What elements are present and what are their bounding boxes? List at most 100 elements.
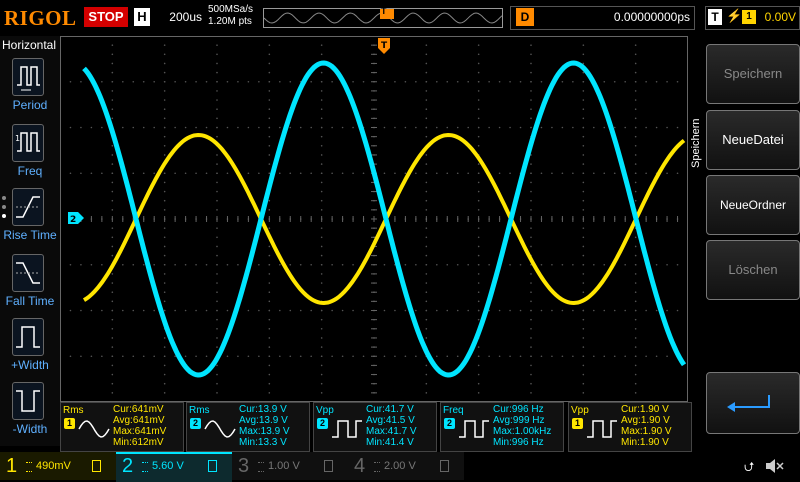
menu-item-positive-width[interactable]: +Width [0,318,60,380]
measurement-max: Max:1.00kHz [493,426,552,437]
measurement-source-badge: 1 [572,418,583,429]
measurement-values: Cur:1.90 V Avg:1.90 V Max:1.90 V Min:1.90 V [621,404,672,448]
measurement-name: Vpp [571,405,589,416]
measurement-source-badge: 2 [317,418,328,429]
run-stop-status[interactable]: STOP [84,7,128,27]
measurement-min: Min:996 Hz [493,437,544,448]
menu-item-freq[interactable]: 1 Freq [0,124,60,186]
menu-item-rise-time[interactable]: Rise Time [0,188,60,250]
measurement-item[interactable]: Freq 2 Cur:996 Hz Avg:999 Hz Max:1.00kHz Min:… [440,402,564,452]
pulse-freq-icon [459,420,489,438]
save-button[interactable]: Speichern [706,44,800,104]
measurement-values: Cur:996 Hz Avg:999 Hz Max:1.00kHz Min:996 H… [493,404,551,448]
delay-value: 0.00000000ps [613,10,690,24]
measurement-item[interactable]: Rms 1 Cur:641mV Avg:641mV Max:641mV Min:612mV [60,402,184,452]
measurement-name: Rms [189,405,210,416]
channel-number: 1 [6,455,18,477]
measurement-item[interactable]: Vpp 1 Cur:1.90 V Avg:1.90 V Max:1.90 V Min:1.… [568,402,692,452]
timebase-value[interactable]: 200us [156,7,202,27]
measurement-item[interactable]: Rms 2 Cur:13.9 V Avg:13.9 V Max:13.9 V Min:13… [186,402,310,452]
trigger-time-marker[interactable]: T [378,38,390,54]
menu-item-negative-width[interactable]: -Width [0,382,60,444]
measurement-min: Min:1.90 V [621,437,669,448]
usb-icon: ⮍ [744,459,755,474]
delete-button[interactable]: Löschen [706,240,800,300]
pulse-vpp-icon [587,420,617,438]
right-menu-title: Speichern [690,118,702,168]
ch2-offset-marker[interactable]: 2 [68,211,84,225]
horizontal-label: H [134,8,150,26]
menu-item-period[interactable]: Period [0,58,60,120]
channel-scale: 2.00 V [384,460,416,472]
period-icon [12,58,44,96]
sine-wave-icon [78,420,110,438]
channel-scale: 1.00 V [268,460,300,472]
measurement-cur: Cur:1.90 V [621,404,669,415]
speaker-muted-icon[interactable] [764,456,784,481]
measurement-min: Min:13.3 V [239,437,287,448]
measurement-source-badge: 1 [64,418,75,429]
measurement-min: Min:41.4 V [366,437,414,448]
graticule [59,35,689,403]
menu-item-fall-time[interactable]: Fall Time [0,254,60,316]
menu-label-freq: Freq [17,164,43,178]
menu-label-negative-width: -Width [12,422,48,436]
pulse-vpp-icon [332,420,362,438]
menu-label-fall-time: Fall Time [5,294,55,308]
menu-label-period: Period [12,98,48,112]
bandwidth-limit-icon [92,460,101,472]
sample-rate: 500MSa/s [208,4,254,15]
bandwidth-limit-icon [208,460,217,472]
measurement-source-badge: 2 [190,418,201,429]
acquisition-info: 500MSa/s 1.20M pts [208,4,253,28]
measurement-values: Cur:641mV Avg:641mV Max:641mV Min:612mV [113,404,166,448]
rising-edge-icon: ⚡ [726,8,743,23]
measurement-avg: Avg:999 Hz [493,415,545,426]
svg-text:1: 1 [15,134,20,143]
measurement-avg: Avg:13.9 V [239,415,288,426]
frequency-icon: 1 [12,124,44,162]
rise-time-icon [12,188,44,226]
svg-text:T: T [381,41,388,51]
trigger-level: 0.00V [764,10,796,24]
coupling-icon [374,462,380,472]
sine-wave-icon [204,420,236,438]
new-file-button[interactable]: NeueDatei [706,110,800,170]
channel-scale: 490mV [36,460,71,472]
measurement-cur: Cur:996 Hz [493,404,544,415]
left-menu-title: Horizontal [2,38,57,52]
measurement-max: Max:641mV [113,426,167,437]
trigger-source: 1 [742,10,756,24]
brand-logo: RIGOL [4,6,77,30]
menu-label-positive-width: +Width [11,358,49,372]
measurement-values: Cur:41.7 V Avg:41.5 V Max:41.7 V Min:41.4 V [366,404,417,448]
new-folder-button[interactable]: NeueOrdner [706,175,800,235]
svg-text:2: 2 [70,215,76,224]
measurement-values: Cur:13.9 V Avg:13.9 V Max:13.9 V Min:13.3 V [239,404,290,448]
waveform-display[interactable] [59,35,689,403]
channel-number: 3 [238,455,250,477]
delay-label: D [516,8,534,26]
bandwidth-limit-icon [440,460,449,472]
measurement-cur: Cur:41.7 V [366,404,414,415]
enter-button[interactable] [706,372,800,434]
trigger-label: T [708,9,722,25]
channel-scale: 5.60 V [152,460,184,472]
coupling-icon [258,462,264,472]
measurement-name: Vpp [316,405,334,416]
measurement-max: Max:1.90 V [621,426,672,437]
channel-number: 4 [354,455,366,477]
bandwidth-limit-icon [324,460,333,472]
measurement-item[interactable]: Vpp 2 Cur:41.7 V Avg:41.5 V Max:41.7 V Min:41… [313,402,437,452]
coupling-icon [26,462,32,472]
measurement-cur: Cur:641mV [113,404,164,415]
trigger-position-marker: T [381,6,387,16]
measurement-max: Max:13.9 V [239,426,290,437]
measurement-name: Freq [443,405,464,416]
measurement-name: Rms [63,405,84,416]
enter-arrow-icon [727,395,770,412]
measurement-min: Min:612mV [113,437,164,448]
measurement-source-badge: 2 [444,418,455,429]
measurement-cur: Cur:13.9 V [239,404,287,415]
channel-number: 2 [122,455,134,477]
